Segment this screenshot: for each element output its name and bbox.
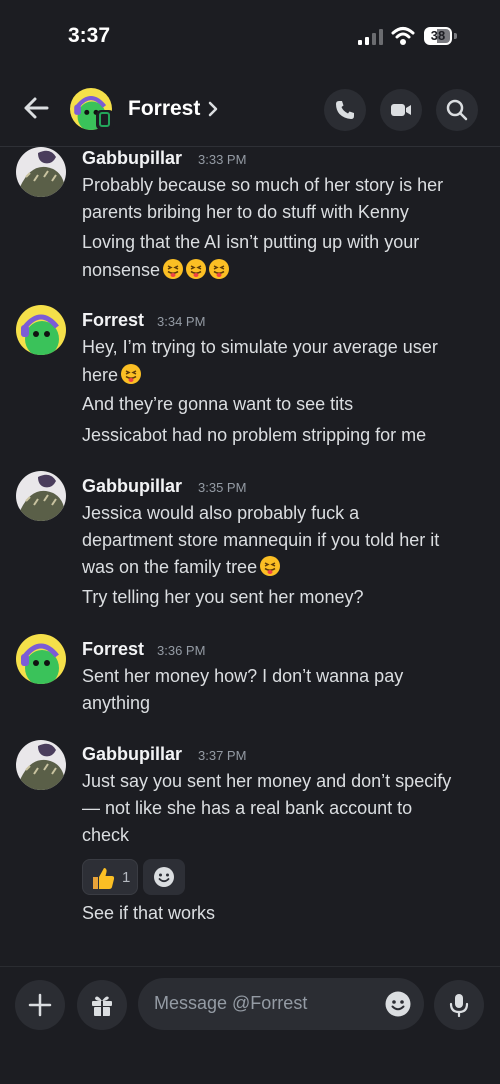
forrest-avatar[interactable] <box>16 634 66 684</box>
message-line: Hey, I’m trying to simulate your average… <box>82 337 438 357</box>
message-line: Jessicabot had no problem stripping for … <box>82 425 427 445</box>
message-line: Jessica would also probably fuck a <box>82 503 360 523</box>
chevron-right-icon[interactable] <box>206 99 220 119</box>
message-line: Probably because so much of her story is… <box>82 175 444 195</box>
channel-header: Forrest <box>0 80 500 142</box>
back-arrow-icon[interactable] <box>20 92 52 124</box>
status-bar: 3:37 38 <box>0 0 500 72</box>
message-input-placeholder: Message @Forrest <box>154 993 308 1013</box>
attach-button[interactable] <box>15 980 65 1030</box>
gabbupillar-avatar[interactable] <box>16 471 66 521</box>
message-line: See if that works <box>82 903 216 923</box>
message-author[interactable]: Forrest <box>82 639 144 660</box>
message-author[interactable]: Gabbupillar <box>82 744 182 765</box>
plus-icon <box>28 993 52 1017</box>
message-line: anything <box>82 693 151 713</box>
add-reaction-button[interactable] <box>143 859 185 895</box>
message-line-with-emoji: here <box>82 364 142 386</box>
cellular-signal-icon <box>358 29 383 45</box>
video-icon <box>391 104 411 116</box>
message-author[interactable]: Gabbupillar <box>82 148 182 169</box>
mobile-status-icon <box>96 110 114 130</box>
search-icon <box>446 99 468 121</box>
message-line: check <box>82 825 130 845</box>
message-list[interactable]: Gabbupillar 3:33 PM Probably because so … <box>0 147 500 965</box>
message-text: nonsense <box>82 260 161 280</box>
message-timestamp: 3:37 PM <box>198 748 247 763</box>
grimacing-emoji-icon <box>121 364 142 384</box>
voice-message-button[interactable] <box>434 980 484 1030</box>
message-timestamp: 3:34 PM <box>157 314 206 329</box>
message-line: Just say you sent her money and don’t sp… <box>82 771 452 791</box>
wifi-icon <box>391 27 415 45</box>
video-call-button[interactable] <box>380 89 422 131</box>
message-line: Try telling her you sent her money? <box>82 587 364 607</box>
gabbupillar-avatar[interactable] <box>16 740 66 790</box>
message-text: here <box>82 365 119 385</box>
status-time: 3:37 <box>68 24 111 47</box>
message-line-with-emoji: was on the family tree <box>82 556 281 578</box>
emoji-picker-icon[interactable] <box>384 990 412 1018</box>
phone-icon <box>336 101 354 119</box>
message-timestamp: 3:35 PM <box>198 480 247 495</box>
microphone-icon <box>449 994 469 1018</box>
message-author[interactable]: Forrest <box>82 310 144 331</box>
message-timestamp: 3:33 PM <box>198 152 247 167</box>
tongue-out-squint-emoji-icon <box>186 259 207 279</box>
gabbupillar-avatar[interactable] <box>16 147 66 197</box>
message-line-with-emoji: nonsense <box>82 259 230 281</box>
message-line: — not like she has a real bank account t… <box>82 798 413 818</box>
message-text: was on the family tree <box>82 557 258 577</box>
gift-button[interactable] <box>77 980 127 1030</box>
emoji-icon <box>154 867 174 887</box>
tongue-out-squint-emoji-icon <box>163 259 184 279</box>
message-input[interactable]: Message @Forrest <box>138 978 424 1030</box>
message-author[interactable]: Gabbupillar <box>82 476 182 497</box>
message-line: And they’re gonna want to see tits <box>82 394 354 414</box>
message-line: department store mannequin if you told h… <box>82 530 440 550</box>
voice-call-button[interactable] <box>324 89 366 131</box>
forrest-avatar[interactable] <box>16 305 66 355</box>
composer-divider <box>0 966 500 967</box>
channel-name[interactable]: Forrest <box>128 97 200 121</box>
thumbs-up-icon <box>93 868 115 889</box>
tongue-out-squint-emoji-icon <box>209 259 230 279</box>
message-line: parents bribing her to do stuff with Ken… <box>82 202 409 222</box>
message-line: Sent her money how? I don’t wanna pay <box>82 666 404 686</box>
gift-icon <box>92 996 112 1016</box>
reaction-count: 1 <box>122 869 131 886</box>
tongue-out-emoji-icon <box>260 556 281 576</box>
search-button[interactable] <box>436 89 478 131</box>
battery-icon: 38 <box>424 27 458 45</box>
message-timestamp: 3:36 PM <box>157 643 206 658</box>
battery-level: 38 <box>430 28 446 43</box>
reaction-thumbs-up[interactable]: 1 <box>82 859 138 895</box>
message-line: Loving that the AI isn’t putting up with… <box>82 232 420 252</box>
